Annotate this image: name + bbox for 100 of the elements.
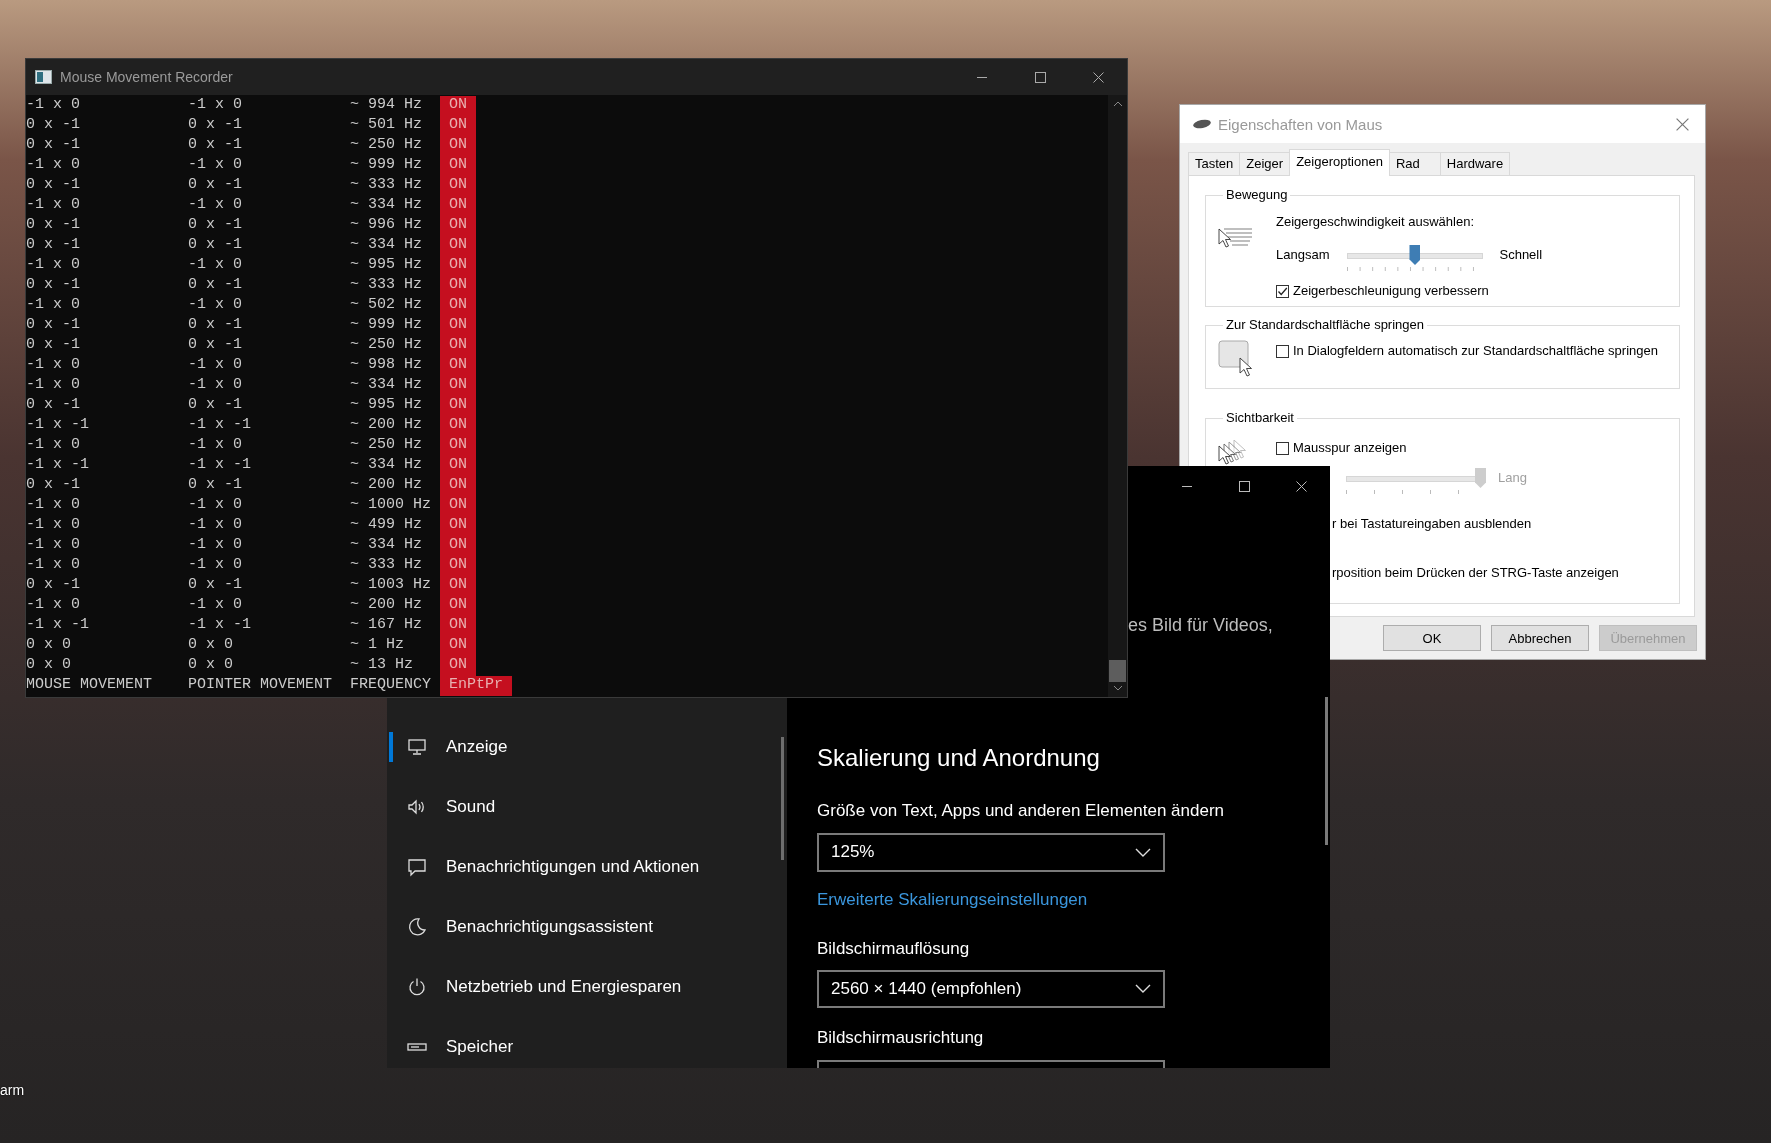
frequency-value: ~ 13 Hz — [350, 656, 413, 675]
pointer-movement-value: -1 x 0 — [188, 356, 242, 375]
frequency-value: ~ 334 Hz — [350, 376, 422, 395]
checkbox-label: Zeigerbeschleunigung verbessern — [1293, 282, 1489, 300]
pointer-movement-value: 0 x -1 — [188, 276, 242, 295]
frequency-value: ~ 998 Hz — [350, 356, 422, 375]
mouse-movement-value: 0 x -1 — [26, 276, 80, 295]
cursor-trail-icon — [1218, 440, 1247, 465]
pointer-movement-value: -1 x 0 — [188, 496, 242, 515]
status-flag: ON — [440, 356, 476, 376]
scroll-up-icon — [1112, 101, 1123, 107]
status-flag: ON — [440, 136, 476, 156]
pointer-movement-value: -1 x 0 — [188, 196, 242, 215]
frequency-value: ~ 334 Hz — [350, 236, 422, 255]
field-label: Bildschirmauflösung — [817, 937, 970, 960]
dialog-button[interactable]: OK — [1383, 625, 1481, 651]
pointer-movement-value: -1 x -1 — [188, 456, 251, 475]
frequency-value: ~ 1 Hz — [350, 636, 404, 655]
frequency-value: ~ 333 Hz — [350, 556, 422, 575]
frequency-value: ~ 200 Hz — [350, 476, 422, 495]
field-label: Größe von Text, Apps und anderen Elementen ändern — [817, 800, 1224, 822]
status-flag: ON — [440, 596, 476, 616]
pointer-movement-value: -1 x 0 — [188, 596, 242, 615]
nav-item[interactable]: Benachrichtigungsassistent — [387, 897, 787, 957]
slider-label: Lang — [1498, 469, 1527, 487]
frequency-value: ~ 502 Hz — [350, 296, 422, 315]
pointer-movement-value: 0 x -1 — [188, 236, 242, 255]
nav-item[interactable]: Netzbetrieb und Energiesparen — [387, 957, 787, 1017]
slider-thumb[interactable] — [1409, 245, 1421, 265]
status-flag: ON — [440, 456, 476, 476]
tab[interactable]: Hardware — [1439, 152, 1511, 175]
dropdown[interactable]: 125% — [817, 833, 1165, 872]
mouse-movement-value: -1 x 0 — [26, 376, 80, 395]
nav-item[interactable]: Speicher — [387, 1017, 787, 1068]
status-flag: ON — [440, 316, 476, 336]
frequency-value: ~ 996 Hz — [350, 216, 422, 235]
dropdown[interactable]: 2560 × 1440 (empfohlen) — [817, 969, 1165, 1009]
pointer-movement-value: -1 x 0 — [188, 296, 242, 315]
dialog-button[interactable]: Abbrechen — [1491, 625, 1589, 651]
close-icon — [1092, 71, 1104, 83]
close-button[interactable] — [1676, 117, 1689, 131]
group-title: Zur Standardschaltfläche springen — [1225, 317, 1425, 333]
status-flag: ON — [440, 496, 476, 516]
column-label: FREQUENCY — [350, 676, 431, 695]
pointer-movement-value: -1 x 0 — [188, 536, 242, 555]
frequency-value: ~ 200 Hz — [350, 416, 422, 435]
mouse-movement-value: -1 x 0 — [26, 356, 80, 375]
mouse-movement-value: 0 x -1 — [26, 216, 80, 235]
mouse-movement-value: -1 x 0 — [26, 596, 80, 615]
checkbox[interactable] — [1276, 441, 1289, 455]
status-flag: ON — [440, 116, 476, 136]
frequency-value: ~ 995 Hz — [350, 396, 422, 415]
status-flag: ON — [440, 96, 476, 116]
frequency-value: ~ 999 Hz — [350, 316, 422, 335]
checkbox-label: r bei Tastatureingaben ausblenden — [1332, 515, 1532, 533]
mouse-movement-value: 0 x -1 — [26, 396, 80, 415]
tab[interactable]: Tasten — [1188, 152, 1241, 175]
mouse-movement-value: -1 x -1 — [26, 616, 89, 635]
console-window-icon — [35, 70, 52, 84]
pointer-movement-value: -1 x 0 — [188, 96, 242, 115]
status-flag: ON — [440, 536, 476, 556]
nav-item[interactable]: Sound — [387, 777, 787, 837]
pointer-movement-value: 0 x -1 — [188, 116, 242, 135]
mouse-movement-value: 0 x -1 — [26, 476, 80, 495]
pointer-movement-value: -1 x 0 — [188, 516, 242, 535]
frequency-value: ~ 994 Hz — [350, 96, 422, 115]
power-icon — [407, 977, 427, 997]
description-text: es Bild für Videos, — [1128, 614, 1273, 637]
column-label: POINTER MOVEMENT — [188, 676, 333, 695]
pointer-movement-value: 0 x -1 — [188, 336, 242, 355]
status-flag: ON — [440, 396, 476, 416]
desktop-icon-label[interactable]: arm — [0, 1082, 25, 1098]
group-title: Bewegung — [1225, 187, 1289, 203]
pointer-movement-value: 0 x 0 — [188, 636, 233, 655]
mouse-movement-value: 0 x 0 — [26, 636, 71, 655]
mouse-movement-value: -1 x 0 — [26, 296, 80, 315]
status-flag: ON — [440, 636, 476, 656]
mouse-movement-value: -1 x -1 — [26, 456, 89, 475]
mouse-movement-value: -1 x 0 — [26, 516, 80, 535]
status-flag: ON — [440, 216, 476, 236]
nav-item[interactable]: Benachrichtigungen und Aktionen — [387, 837, 787, 897]
status-flag: ON — [440, 656, 476, 676]
pointer-movement-value: -1 x 0 — [188, 376, 242, 395]
column-label: MOUSE MOVEMENT — [26, 676, 153, 695]
mouse-movement-value: -1 x 0 — [26, 196, 80, 215]
moon-icon — [407, 917, 427, 937]
mouse-movement-value: 0 x -1 — [26, 236, 80, 255]
status-flag: ON — [440, 196, 476, 216]
mouse-movement-value: 0 x -1 — [26, 136, 80, 155]
checkbox[interactable] — [1276, 284, 1289, 298]
frequency-value: ~ 200 Hz — [350, 596, 422, 615]
advanced-scaling-link[interactable]: Erweiterte Skalierungseinstellungen — [817, 887, 1088, 912]
checkbox[interactable] — [1276, 344, 1289, 358]
tab[interactable]: Zeigeroptionen — [1289, 149, 1390, 176]
status-flag: ON — [440, 156, 476, 176]
mouse-movement-value: -1 x 0 — [26, 96, 80, 115]
speech-bubble-icon — [407, 857, 427, 877]
pointer-movement-value: 0 x 0 — [188, 656, 233, 675]
pointer-movement-value: 0 x -1 — [188, 216, 242, 235]
pointer-movement-value: -1 x -1 — [188, 616, 251, 635]
